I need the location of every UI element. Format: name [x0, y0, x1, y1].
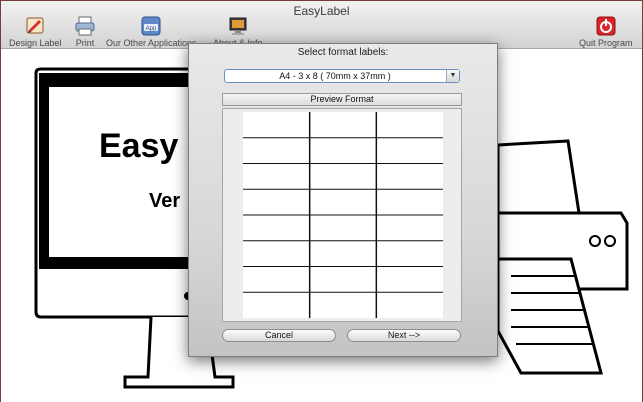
about-info-icon — [227, 16, 249, 36]
quit-button[interactable]: Quit Program — [579, 16, 633, 48]
window-title: EasyLabel — [293, 4, 350, 18]
printer-icon — [74, 16, 96, 36]
format-select-value: A4 - 3 x 8 ( 70mm x 37mm ) — [279, 71, 391, 81]
print-button[interactable]: Print — [74, 16, 96, 48]
format-select[interactable]: A4 - 3 x 8 ( 70mm x 37mm ) ▼ — [224, 69, 460, 83]
label-layout-grid — [243, 112, 443, 318]
chevron-down-icon[interactable]: ▼ — [446, 70, 459, 82]
printer-illustration — [496, 139, 629, 375]
cancel-button[interactable]: Cancel — [222, 329, 336, 342]
dialog-title: Select format labels: — [297, 47, 389, 58]
other-apps-label: Our Other Applications — [106, 38, 197, 48]
format-dialog: Select format labels: A4 - 3 x 8 ( 70mm … — [188, 43, 498, 357]
other-apps-button[interactable]: App Our Other Applications — [106, 16, 197, 48]
app-version: Ver — [149, 190, 180, 212]
quit-label: Quit Program — [579, 38, 633, 48]
design-label-button[interactable]: Design Label — [9, 16, 62, 48]
toolbar: EasyLabel Design Label Print App Our Oth… — [1, 1, 642, 49]
preview-format-header: Preview Format — [222, 93, 462, 106]
print-label: Print — [75, 38, 95, 48]
app-badge: App — [146, 26, 157, 32]
preview-panel — [222, 108, 462, 322]
design-label-label: Design Label — [9, 38, 62, 48]
app-store-icon: App — [140, 16, 162, 36]
app-heading: Easy — [99, 127, 178, 165]
next-button[interactable]: Next --> — [347, 329, 461, 342]
design-label-icon — [24, 16, 46, 36]
easylabel-window: EasyLabel Design Label Print App Our Oth… — [0, 0, 643, 402]
quit-icon — [595, 16, 617, 36]
